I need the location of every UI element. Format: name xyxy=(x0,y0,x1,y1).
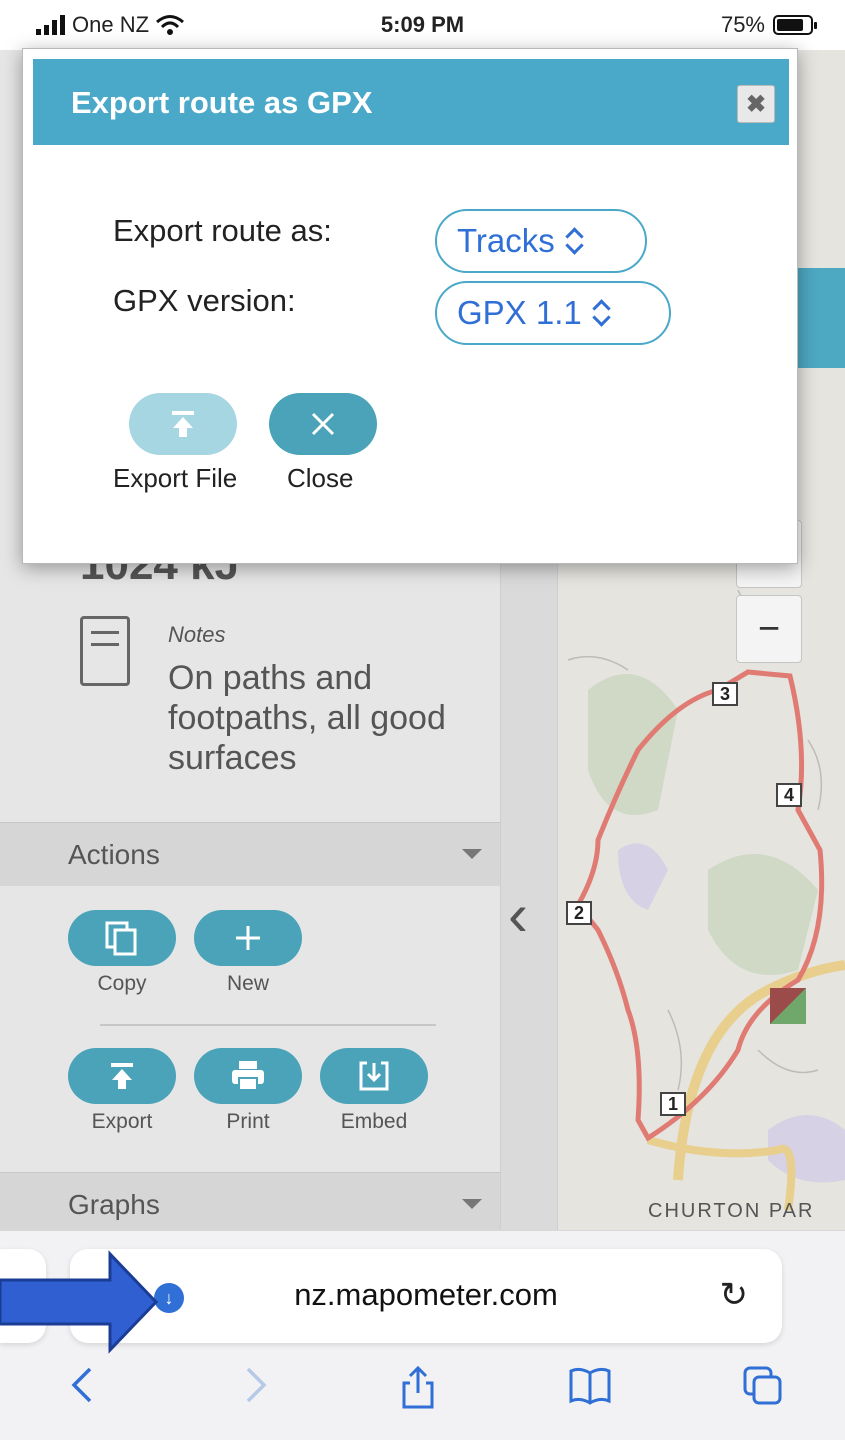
notes-label: Notes xyxy=(168,622,226,647)
embed-download-icon xyxy=(359,1061,389,1091)
battery-icon xyxy=(773,15,817,35)
route-marker-4: 4 xyxy=(776,783,802,807)
close-button[interactable] xyxy=(269,393,377,455)
status-bar: One NZ 5:09 PM 75% xyxy=(0,0,845,50)
dialog-header: Export route as GPX ✖ xyxy=(33,59,789,145)
print-button[interactable] xyxy=(194,1048,302,1104)
tabs-icon[interactable] xyxy=(742,1365,784,1418)
select-chevron-icon xyxy=(592,299,610,327)
header-strip xyxy=(790,268,845,368)
export-file-label: Export File xyxy=(113,463,238,493)
plus-icon xyxy=(236,926,260,950)
actions-divider xyxy=(100,1024,436,1026)
status-time: 5:09 PM xyxy=(380,12,465,37)
gpx-version-select[interactable]: GPX 1.1 xyxy=(435,281,671,345)
notes-icon xyxy=(80,616,130,686)
select-chevron-icon xyxy=(565,227,583,255)
new-label: New xyxy=(226,972,269,995)
upload-icon xyxy=(172,411,194,437)
caret-down-icon xyxy=(462,1199,482,1209)
dialog-title: Export route as GPX xyxy=(71,85,373,120)
close-label: Close xyxy=(287,463,354,493)
export-file-button[interactable] xyxy=(129,393,237,455)
route-marker-1: 1 xyxy=(660,1092,686,1116)
reload-icon[interactable]: ↻ xyxy=(720,1275,749,1315)
actions-section-label: Actions xyxy=(68,839,160,870)
export-as-select[interactable]: Tracks xyxy=(435,209,647,273)
upload-icon xyxy=(111,1063,133,1089)
copy-icon xyxy=(105,921,137,956)
bookmarks-icon[interactable] xyxy=(568,1365,612,1416)
embed-label: Embed xyxy=(340,1110,408,1133)
new-button[interactable] xyxy=(194,910,302,966)
export-as-value: Tracks xyxy=(457,222,555,259)
export-gpx-dialog: Export route as GPX ✖ Export route as: T… xyxy=(22,48,798,564)
notes-text: On paths and footpaths, all good surface… xyxy=(168,659,446,777)
print-label: Print xyxy=(226,1110,270,1133)
battery-percent: 75% xyxy=(720,12,765,37)
zoom-out-button[interactable]: − xyxy=(736,595,802,663)
back-icon[interactable] xyxy=(66,1365,96,1416)
actions-section-header[interactable]: Actions xyxy=(0,822,500,886)
annotation-arrow-icon xyxy=(0,1250,159,1354)
status-right: 75% xyxy=(720,12,817,38)
caret-down-icon xyxy=(462,849,482,859)
gpx-version-label: GPX version: xyxy=(113,283,296,318)
embed-button[interactable] xyxy=(320,1048,428,1104)
copy-button[interactable] xyxy=(68,910,176,966)
close-icon xyxy=(311,412,335,436)
printer-icon xyxy=(232,1061,264,1091)
graphs-section-header[interactable]: Graphs xyxy=(0,1172,500,1230)
route-marker-2: 2 xyxy=(566,901,592,925)
gpx-version-value: GPX 1.1 xyxy=(457,294,582,331)
export-button[interactable] xyxy=(68,1048,176,1104)
collapse-panel-icon[interactable]: ‹ xyxy=(508,880,528,949)
dialog-close-icon[interactable]: ✖ xyxy=(737,85,775,123)
export-label: Export xyxy=(91,1110,153,1133)
forward-icon[interactable] xyxy=(242,1365,272,1416)
map-place-label: CHURTON PAR xyxy=(648,1200,815,1222)
copy-label: Copy xyxy=(97,972,147,995)
route-marker-3: 3 xyxy=(712,682,738,706)
share-icon[interactable] xyxy=(400,1365,436,1420)
export-as-label: Export route as: xyxy=(113,213,332,248)
graphs-section-label: Graphs xyxy=(68,1189,160,1220)
